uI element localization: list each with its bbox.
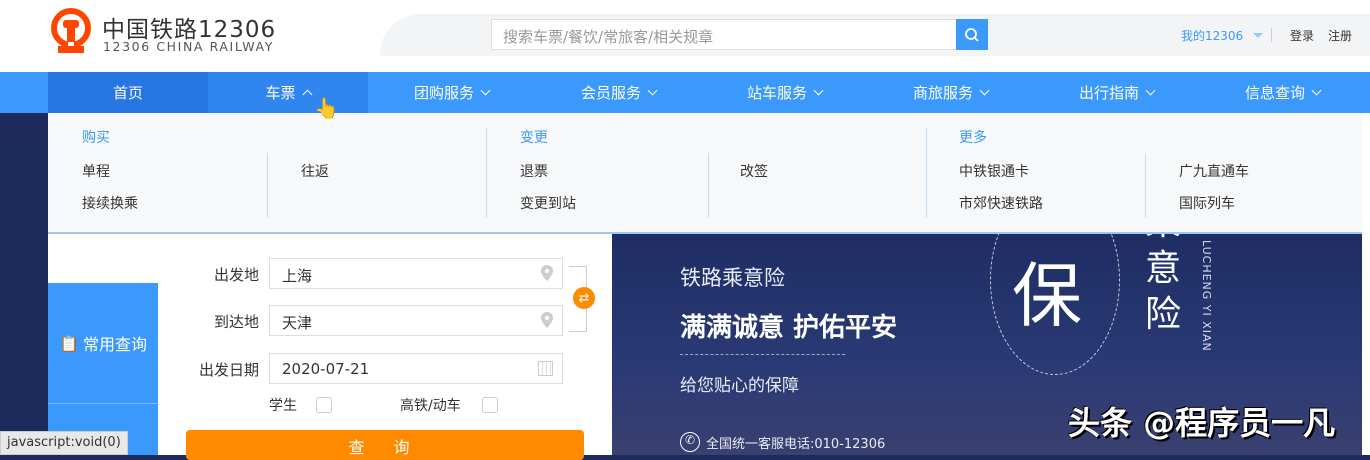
gaotie-checkbox[interactable] xyxy=(482,397,498,413)
divider xyxy=(1271,28,1272,42)
menu-item-reschedule[interactable]: 改签 xyxy=(740,161,768,181)
banner-title: 铁路乘意险 xyxy=(680,266,785,290)
watermark: 头条 @程序员一凡 xyxy=(1068,404,1336,442)
caret-down-icon[interactable] xyxy=(1253,33,1263,38)
divider xyxy=(708,153,709,218)
chevron-down-icon xyxy=(647,85,658,96)
banner-pinyin: LUCHENG YI XIAN xyxy=(1200,240,1213,352)
menu-item-suburban[interactable]: 市郊快速铁路 xyxy=(959,193,1043,213)
nav-business[interactable]: 商旅服务 xyxy=(867,72,1034,113)
divider xyxy=(926,128,927,218)
chevron-down-icon xyxy=(1311,85,1322,96)
from-value: 上海 xyxy=(282,267,313,285)
calendar-icon xyxy=(538,361,553,376)
tab-label: 常用查询 xyxy=(82,335,147,354)
tab-common-query[interactable]: 📋 常用查询 xyxy=(48,283,158,403)
swap-icon: ⇄ xyxy=(578,290,590,306)
main-nav: 首页 车票 团购服务 会员服务 站车服务 商旅服务 出行指南 信息查询 xyxy=(0,72,1370,113)
to-value: 天津 xyxy=(282,314,313,332)
banner-subtitle: 给您贴心的保障 xyxy=(680,376,799,396)
date-value: 2020-07-21 xyxy=(282,360,370,378)
date-input[interactable]: 2020-07-21 xyxy=(269,353,563,384)
banner-bao: 保 xyxy=(1012,255,1082,337)
logo-subtitle: 12306 CHINA RAILWAY xyxy=(103,39,274,54)
menu-item-transfer[interactable]: 接续换乘 xyxy=(82,193,138,213)
my12306-link[interactable]: 我的12306 xyxy=(1181,27,1243,44)
student-label: 学生 xyxy=(269,398,297,414)
nav-label: 首页 xyxy=(112,84,143,102)
gaotie-label: 高铁/动车 xyxy=(400,398,461,414)
railway-logo-icon xyxy=(51,8,91,53)
nav-label: 站车服务 xyxy=(746,84,807,102)
query-button[interactable]: 查 询 xyxy=(186,430,584,460)
divider xyxy=(1145,153,1146,218)
hand-cursor-icon: 👆 xyxy=(314,96,339,120)
banner-hotline: ✆ 全国统一客服电话:010-12306 xyxy=(680,432,885,452)
from-input[interactable]: 上海 xyxy=(269,258,563,289)
nav-station[interactable]: 站车服务 xyxy=(701,72,868,113)
to-label: 到达地 xyxy=(213,313,259,331)
page-edge xyxy=(1362,113,1370,455)
menu-item-refund[interactable]: 退票 xyxy=(520,161,548,181)
clipboard-search-icon: 📋 xyxy=(59,333,79,353)
nav-home[interactable]: 首页 xyxy=(48,72,208,113)
search-button[interactable] xyxy=(956,19,988,50)
nav-label: 车票 xyxy=(265,84,296,102)
chevron-down-icon xyxy=(979,85,990,96)
nav-label: 出行指南 xyxy=(1078,84,1139,102)
date-label: 出发日期 xyxy=(198,361,259,379)
nav-label: 信息查询 xyxy=(1244,84,1305,102)
nav-group-buy[interactable]: 团购服务 xyxy=(368,72,535,113)
to-input[interactable]: 天津 xyxy=(269,305,563,336)
location-pin-icon xyxy=(541,312,553,328)
status-bar: javascript:void(0) xyxy=(0,431,128,455)
dropdown-heading-buy: 购买 xyxy=(82,130,110,146)
chevron-down-icon xyxy=(813,85,824,96)
search-icon xyxy=(965,27,979,42)
nav-label: 会员服务 xyxy=(580,84,641,102)
menu-item-international[interactable]: 国际列车 xyxy=(1179,193,1235,213)
student-checkbox[interactable] xyxy=(316,397,332,413)
divider xyxy=(267,153,268,218)
location-pin-icon xyxy=(541,265,553,281)
dropdown-heading-more: 更多 xyxy=(959,130,987,146)
from-label: 出发地 xyxy=(213,266,259,284)
menu-item-change-station[interactable]: 变更到站 xyxy=(520,193,576,213)
divider xyxy=(486,128,487,218)
login-link[interactable]: 登录 xyxy=(1290,27,1314,44)
swap-stations-button[interactable]: ⇄ xyxy=(573,287,595,309)
banner-divider xyxy=(680,354,845,355)
menu-item-round-trip[interactable]: 往返 xyxy=(301,161,329,181)
nav-info[interactable]: 信息查询 xyxy=(1199,72,1366,113)
nav-member[interactable]: 会员服务 xyxy=(535,72,702,113)
nav-label: 商旅服务 xyxy=(912,84,973,102)
nav-guide[interactable]: 出行指南 xyxy=(1033,72,1200,113)
nav-tickets[interactable]: 车票 xyxy=(208,72,368,113)
tickets-dropdown-menu: 购买 单程 往返 接续换乘 变更 退票 改签 变更到站 更多 中铁银通卡 广九直… xyxy=(48,113,1362,234)
menu-item-guangjiu[interactable]: 广九直通车 xyxy=(1179,161,1249,181)
banner-slogan: 满满诚意 护佑平安 xyxy=(680,313,898,343)
dropdown-heading-change: 变更 xyxy=(520,130,548,146)
menu-item-card[interactable]: 中铁银通卡 xyxy=(959,161,1029,181)
chevron-down-icon xyxy=(480,85,491,96)
chevron-down-icon xyxy=(1145,85,1156,96)
chevron-up-icon xyxy=(302,89,312,100)
register-link[interactable]: 注册 xyxy=(1328,27,1352,44)
phone-icon: ✆ xyxy=(680,432,700,452)
menu-item-one-way[interactable]: 单程 xyxy=(82,161,110,181)
hotline-text: 全国统一客服电话:010-12306 xyxy=(706,436,886,452)
search-input[interactable]: 搜索车票/餐饮/常旅客/相关规章 xyxy=(491,19,957,50)
nav-label: 团购服务 xyxy=(413,84,474,102)
